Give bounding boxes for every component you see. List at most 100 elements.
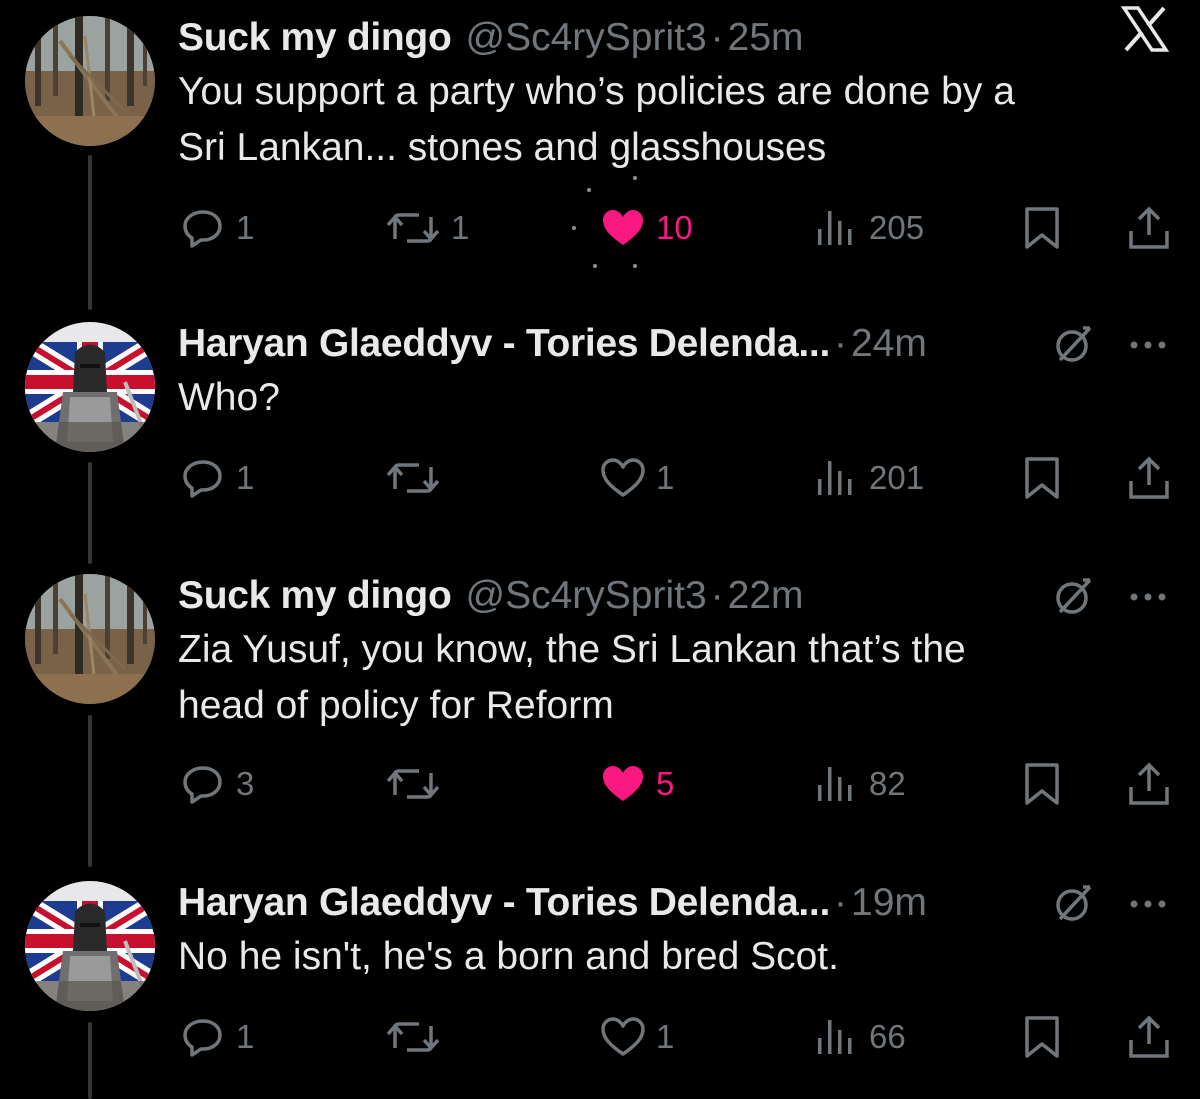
views-icon [813, 205, 859, 251]
avatar[interactable] [25, 881, 155, 1011]
retweet-button[interactable] [385, 1009, 441, 1065]
like-count: 1 [656, 459, 675, 496]
bookmark-icon [1022, 1014, 1062, 1060]
reply-icon [180, 455, 226, 501]
action-bar: 3 5 82 [0, 756, 1200, 812]
heart-filled-icon [600, 761, 646, 807]
bookmark-button[interactable] [1022, 450, 1062, 506]
share-button[interactable] [1126, 756, 1172, 812]
views-button[interactable]: 201 [813, 450, 924, 506]
more-options-icon[interactable] [1128, 897, 1168, 909]
grok-icon[interactable] [1052, 881, 1096, 925]
views-button[interactable]: 82 [813, 756, 906, 812]
tweet[interactable]: Suck my dingo @Sc4rySprit3 · 25m You sup… [0, 10, 1200, 300]
author-name[interactable]: Suck my dingo [178, 16, 452, 60]
share-button[interactable] [1126, 450, 1172, 506]
like-button[interactable]: 1 [600, 450, 674, 506]
reply-count: 1 [236, 459, 255, 496]
tweet[interactable]: Haryan Glaeddyv - Tories Delenda... · 24… [0, 316, 1200, 546]
grok-icon[interactable] [1052, 574, 1096, 618]
tweet[interactable]: Haryan Glaeddyv - Tories Delenda... · 19… [0, 875, 1200, 1099]
share-icon [1126, 455, 1172, 501]
author-name[interactable]: Haryan Glaeddyv - Tories Delenda... [178, 322, 830, 366]
views-icon [813, 455, 859, 501]
views-button[interactable]: 205 [813, 200, 924, 256]
bookmark-icon [1022, 455, 1062, 501]
reply-button[interactable]: 1 [180, 200, 254, 256]
share-icon [1126, 205, 1172, 251]
tweet-text-line: No he isn't, he's a born and bred Scot. [178, 935, 839, 978]
views-count: 205 [869, 209, 925, 246]
bookmark-icon [1022, 761, 1062, 807]
action-bar: 1 1 10 205 [0, 200, 1200, 256]
share-button[interactable] [1126, 1009, 1172, 1065]
reply-count: 1 [236, 1018, 255, 1055]
separator-dot: · [834, 881, 848, 924]
heart-icon [600, 455, 646, 501]
author-name[interactable]: Haryan Glaeddyv - Tories Delenda... [178, 881, 830, 925]
timestamp[interactable]: 19m [851, 881, 927, 925]
retweet-icon [385, 455, 441, 501]
tweet-text: No he isn't, he's a born and bred Scot. [178, 929, 1138, 985]
like-sparkle [633, 264, 637, 268]
tweet-header: Suck my dingo @Sc4rySprit3 · 22m [178, 568, 804, 624]
retweet-icon [385, 1014, 441, 1060]
reply-button[interactable]: 1 [180, 1009, 254, 1065]
like-button[interactable]: 1 [600, 1009, 674, 1065]
tweet-header: Suck my dingo @Sc4rySprit3 · 25m [178, 10, 804, 66]
share-button[interactable] [1126, 200, 1172, 256]
author-name[interactable]: Suck my dingo [178, 574, 452, 618]
author-handle[interactable]: @Sc4rySprit3 [465, 574, 706, 618]
tweet-text-line: You support a party who’s policies are d… [178, 70, 1015, 113]
like-sparkle [633, 176, 637, 180]
avatar[interactable] [25, 322, 155, 452]
like-button[interactable]: 10 [600, 200, 693, 256]
retweet-button[interactable]: 1 [385, 200, 469, 256]
tweet[interactable]: Suck my dingo @Sc4rySprit3 · 22m Zia Yus… [0, 568, 1200, 858]
retweet-button[interactable] [385, 450, 441, 506]
timestamp[interactable]: 25m [728, 16, 804, 60]
action-bar: 1 1 66 [0, 1009, 1200, 1065]
grok-icon[interactable] [1052, 322, 1096, 366]
separator-dot: · [710, 16, 724, 59]
tweet-text-line: head of policy for Reform [178, 684, 614, 727]
timestamp[interactable]: 22m [728, 574, 804, 618]
bookmark-button[interactable] [1022, 756, 1062, 812]
views-icon [813, 761, 859, 807]
reply-count: 1 [236, 209, 255, 246]
action-bar: 1 1 201 [0, 450, 1200, 506]
tweet-header: Haryan Glaeddyv - Tories Delenda... · 19… [178, 875, 927, 931]
like-count: 1 [656, 1018, 675, 1055]
like-sparkle [593, 264, 597, 268]
retweet-icon [385, 205, 441, 251]
retweet-icon [385, 761, 441, 807]
views-count: 82 [869, 765, 906, 802]
retweet-count: 1 [451, 209, 470, 246]
heart-icon [600, 1014, 646, 1060]
tweet-text: Zia Yusuf, you know, the Sri Lankan that… [178, 622, 1138, 734]
more-options-icon[interactable] [1128, 590, 1168, 602]
tweet-text-line: Sri Lankan... stones and glasshouses [178, 126, 827, 169]
author-handle[interactable]: @Sc4rySprit3 [465, 16, 706, 60]
share-icon [1126, 761, 1172, 807]
tweet-text-line: Who? [178, 376, 280, 419]
bookmark-icon [1022, 205, 1062, 251]
avatar[interactable] [25, 16, 155, 146]
reply-button[interactable]: 3 [180, 756, 254, 812]
avatar[interactable] [25, 574, 155, 704]
like-button[interactable]: 5 [600, 756, 674, 812]
reply-button[interactable]: 1 [180, 450, 254, 506]
heart-filled-icon [600, 205, 646, 251]
bookmark-button[interactable] [1022, 200, 1062, 256]
bookmark-button[interactable] [1022, 1009, 1062, 1065]
share-icon [1126, 1014, 1172, 1060]
more-options-icon[interactable] [1128, 338, 1168, 350]
timestamp[interactable]: 24m [851, 322, 927, 366]
tweet-text-line: Zia Yusuf, you know, the Sri Lankan that… [178, 628, 966, 671]
views-button[interactable]: 66 [813, 1009, 906, 1065]
views-count: 201 [869, 459, 925, 496]
like-count: 10 [656, 209, 693, 246]
views-icon [813, 1014, 859, 1060]
reply-count: 3 [236, 765, 255, 802]
retweet-button[interactable] [385, 756, 441, 812]
